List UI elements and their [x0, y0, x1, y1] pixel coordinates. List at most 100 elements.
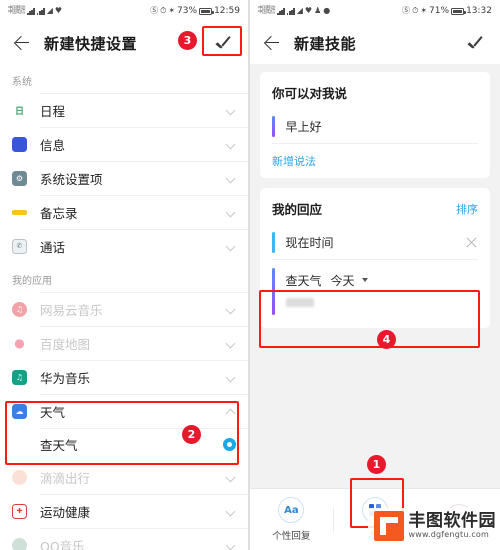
tab-personal-reply[interactable]: Aa 个性回复 [250, 497, 333, 542]
list-item-weather[interactable]: ☁ 天气 [0, 394, 248, 428]
chevron-down-icon [226, 372, 236, 382]
message-icon [12, 136, 27, 152]
list-item-label: QQ音乐 [40, 538, 85, 550]
watermark-logo-icon [373, 511, 404, 541]
list-item-label: 运动健康 [40, 504, 91, 520]
chat-bubble-icon: ● [323, 6, 331, 15]
no-sound-icon: Ⓢ [402, 6, 411, 15]
list-item-qq-music[interactable]: QQ音乐 [0, 528, 248, 550]
say-entry-row[interactable]: 早上好 [272, 110, 478, 144]
sort-link[interactable]: 排序 [456, 201, 478, 217]
carrier-line-2: 中国电信 [258, 10, 276, 15]
annotation-number-3: 3 [178, 31, 197, 50]
list-item-netease-music[interactable]: ♫ 网易云音乐 [0, 292, 248, 326]
battery-icon [199, 7, 214, 15]
group-header-system: 系统 [12, 77, 32, 88]
signal-bars-icon [27, 7, 35, 15]
carrier-line-2: 中国电信 [8, 10, 26, 15]
chevron-down-icon [226, 173, 236, 183]
battery-percent: 71% [429, 6, 450, 16]
signal-bars-icon [277, 7, 285, 15]
alarm-icon: ⏱ [412, 6, 419, 15]
left-title-bar: 新建快捷设置 [0, 22, 248, 64]
status-indicators: Ⓢ ⏱ ✶ 71% 13:32 [402, 6, 492, 16]
right-phone-panel: 中国移动 中国电信 ◢ ♥ ♟ ● Ⓢ ⏱ ✶ 71% 13:32 新建技能 你… [250, 0, 500, 550]
list-item-label: 系统设置项 [40, 171, 103, 187]
say-entry-text: 早上好 [285, 120, 322, 134]
response-entry-weather[interactable]: 查天气 今天 [272, 268, 478, 315]
list-item-message[interactable]: 信息 [0, 127, 248, 161]
list-item-label: 华为音乐 [40, 370, 91, 386]
annotation-number-2: 2 [182, 425, 201, 444]
screenshot-root: 中国移动 中国电信 ◢ ♥ Ⓢ ⏱ ✶ 73% 12:59 新建快捷设置 系统 … [0, 0, 500, 550]
list-subitem-check-weather[interactable]: 查天气 [0, 428, 248, 460]
bluetooth-icon: ✶ [420, 6, 428, 15]
weather-entry-header: 查天气 今天 [286, 268, 479, 292]
back-arrow-icon[interactable] [262, 33, 282, 53]
annotation-number-4: 4 [377, 330, 396, 349]
chevron-up-icon [226, 406, 236, 416]
chevron-down-icon[interactable] [361, 278, 368, 282]
health-icon: ✚ [12, 503, 27, 519]
page-title: 新建技能 [294, 34, 357, 53]
group-header-my-apps: 我的应用 [12, 276, 52, 287]
add-phrase-link[interactable]: 新增说法 [272, 153, 316, 169]
huawei-music-icon: ♫ [12, 369, 27, 385]
list-item-label: 网易云音乐 [40, 302, 103, 318]
watermark-url: www.dgfengtu.com [408, 529, 490, 539]
chevron-down-icon [226, 506, 236, 516]
qq-music-icon [12, 537, 27, 550]
radio-selected-icon[interactable] [223, 437, 236, 451]
say-to-me-card: 你可以对我说 早上好 新增说法 [260, 72, 490, 178]
weather-entry-name: 查天气 [285, 273, 322, 288]
response-entry-row[interactable]: 现在时间 [272, 226, 478, 260]
battery-icon [451, 7, 466, 15]
list-item-huawei-music[interactable]: ♫ 华为音乐 [0, 360, 248, 394]
map-pin-icon: ● [12, 335, 27, 351]
list-item-label: 百度地图 [40, 336, 91, 352]
list-item-baidu-map[interactable]: ● 百度地图 [0, 326, 248, 360]
list-item-notes[interactable]: 备忘录 [0, 195, 248, 229]
entry-accent-bar [272, 232, 275, 253]
entry-accent-bar [272, 116, 275, 137]
netease-music-icon: ♫ [12, 301, 27, 317]
list-item-system-settings[interactable]: ⚙ 系统设置项 [0, 161, 248, 195]
alarm-icon: ⏱ [160, 6, 167, 15]
list-item-label: 备忘录 [40, 205, 78, 221]
chevron-down-icon [226, 338, 236, 348]
check-icon[interactable] [214, 32, 236, 54]
close-icon[interactable] [465, 236, 478, 249]
check-icon[interactable] [466, 32, 488, 54]
watermark-name: 丰图软件园 [408, 510, 496, 531]
weather-entry-detail-value [285, 298, 314, 307]
list-item-label: 日程 [40, 103, 66, 119]
list-item-didi[interactable]: 滴滴出行 [0, 460, 248, 494]
chevron-down-icon [226, 105, 236, 115]
battery-percent: 73% [177, 6, 198, 16]
settings-icon: ⚙ [12, 170, 27, 186]
right-status-bar: 中国移动 中国电信 ◢ ♥ ♟ ● Ⓢ ⏱ ✶ 71% 13:32 [250, 0, 500, 22]
left-phone-panel: 中国移动 中国电信 ◢ ♥ Ⓢ ⏱ ✶ 73% 12:59 新建快捷设置 系统 … [0, 0, 250, 550]
watermark: 丰图软件园 www.dgfengtu.com [367, 508, 500, 544]
wifi-icon: ◢ [296, 6, 303, 15]
skill-editor-body: 你可以对我说 早上好 新增说法 我的回应 排序 现在时间 查天气 今天 [250, 64, 500, 550]
weather-entry-param[interactable]: 今天 [331, 272, 355, 289]
aa-glyph: Aa [284, 504, 299, 516]
list-item-label: 天气 [40, 404, 66, 420]
didi-icon [12, 469, 27, 485]
list-item-calendar[interactable]: 日 日程 [0, 93, 248, 127]
list-item-call[interactable]: ✆ 通话 [0, 229, 248, 263]
chevron-down-icon [226, 241, 236, 251]
signal-bars-2-icon [36, 7, 45, 15]
entry-accent-bar [272, 268, 275, 315]
back-arrow-icon[interactable] [12, 33, 32, 53]
list-item-health[interactable]: ✚ 运动健康 [0, 494, 248, 528]
left-settings-list[interactable]: 系统 日 日程 信息 ⚙ 系统设置项 备忘录 ✆ 通话 我的应用 ♫ 网易云音乐… [0, 64, 248, 550]
status-time: 12:59 [214, 6, 240, 16]
response-entry-text: 现在时间 [285, 236, 334, 250]
weather-cloud-icon: ☁ [12, 403, 27, 419]
status-time: 13:32 [466, 6, 492, 16]
heart-icon: ♥ [304, 6, 313, 15]
annotation-number-1: 1 [367, 455, 386, 474]
wifi-icon: ◢ [46, 6, 53, 15]
